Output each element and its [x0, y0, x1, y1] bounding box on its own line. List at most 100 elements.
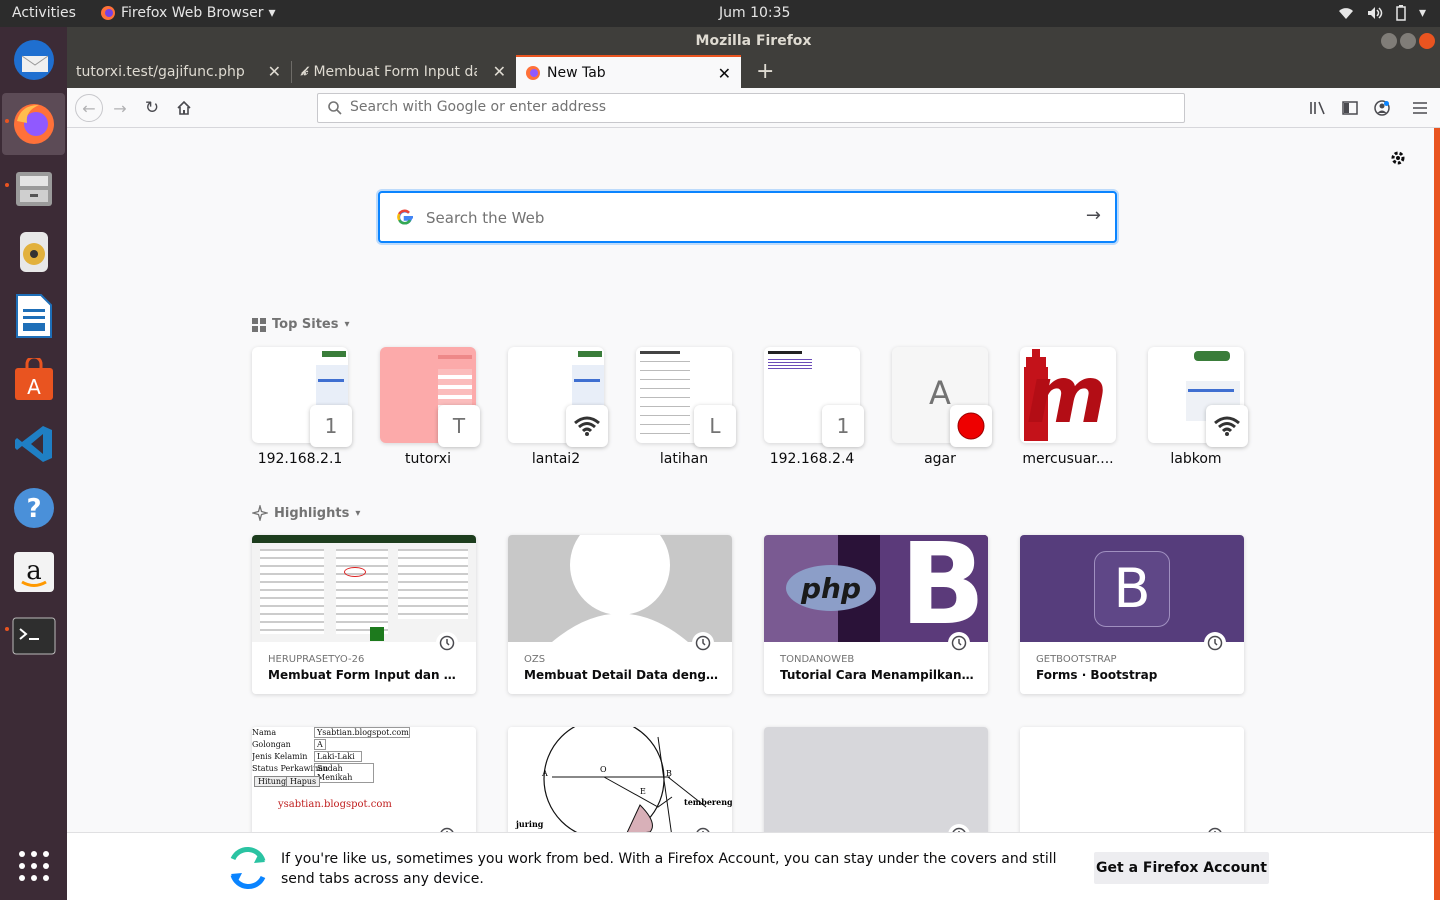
get-firefox-account-button[interactable]: Get a Firefox Account	[1094, 852, 1269, 884]
highlight-card[interactable]: php B TONDANOWEB Tutorial Cara Menampilk…	[764, 535, 988, 694]
site-badge	[566, 405, 608, 447]
arrow-right-icon[interactable]: →	[1086, 205, 1101, 226]
reload-button[interactable]: ↻	[140, 96, 164, 120]
avatar-placeholder-icon	[552, 535, 688, 642]
clock-icon	[692, 632, 714, 654]
web-search-input[interactable]	[426, 209, 1066, 227]
tab-new-tab[interactable]: New Tab ✕	[516, 55, 741, 88]
site-favicon-icon: 𝓀	[301, 64, 308, 78]
top-site-tile[interactable]: 1 192.168.2.1	[252, 347, 352, 472]
sync-icon	[230, 847, 266, 889]
grid-icon	[252, 317, 266, 332]
system-tray[interactable]: ▾	[1338, 5, 1426, 21]
card-title: Membuat Detail Data dengan Mo...	[524, 668, 719, 682]
site-label: mercusuar....	[1022, 451, 1114, 467]
terminal-launcher[interactable]	[2, 605, 65, 667]
site-badge: 1	[822, 405, 864, 447]
highlight-card[interactable]: HERUPRASETYO-26 Membuat Form Input dan O…	[252, 535, 476, 694]
address-bar[interactable]	[317, 93, 1185, 123]
highlight-card[interactable]: B GETBOOTSTRAP Forms · Bootstrap	[1020, 535, 1244, 694]
minimize-button[interactable]	[1381, 33, 1397, 49]
diagram-label: A	[542, 769, 548, 778]
maximize-button[interactable]	[1400, 33, 1416, 49]
close-window-button[interactable]	[1419, 33, 1435, 49]
close-tab-icon[interactable]: ✕	[493, 62, 506, 81]
tab-label: tutorxi.test/gajifunc.php	[76, 63, 245, 80]
firefox-icon	[101, 6, 115, 20]
site-thumbnail: m	[1020, 347, 1116, 443]
scrollbar[interactable]	[1434, 128, 1440, 900]
google-logo-icon	[397, 209, 413, 225]
new-tab-button[interactable]: +	[747, 55, 777, 88]
form-field-value: Ysabtian.blogspot.com	[314, 727, 410, 738]
show-applications-button[interactable]	[2, 835, 65, 897]
app-menu[interactable]: Firefox Web Browser ▾	[100, 5, 276, 21]
diagram-label: O	[600, 765, 607, 774]
site-label: 192.168.2.1	[257, 451, 343, 467]
tab-membuat-form[interactable]: 𝓀 Membuat Form Input da ✕	[292, 55, 516, 88]
top-site-tile[interactable]: lantai2	[508, 347, 608, 472]
gear-icon[interactable]	[1389, 149, 1407, 167]
chevron-down-icon: ▾	[344, 319, 350, 330]
top-site-tile[interactable]: m mercusuar....	[1020, 347, 1116, 472]
tab-label: New Tab	[547, 64, 606, 81]
red-dot-icon	[957, 412, 985, 440]
vscode-launcher[interactable]	[2, 413, 65, 475]
card-thumbnail	[1020, 727, 1244, 834]
form-field-value: A	[314, 739, 326, 750]
php-logo: php	[786, 565, 876, 611]
web-search-box[interactable]: →	[378, 191, 1117, 243]
app-grid-icon	[18, 851, 49, 881]
sidebar-button[interactable]	[1338, 96, 1362, 120]
library-button[interactable]	[1306, 96, 1330, 120]
help-launcher[interactable]: ?	[2, 477, 65, 539]
back-button[interactable]: ←	[75, 94, 103, 122]
home-icon	[177, 100, 191, 115]
hamburger-menu-icon	[1413, 102, 1427, 114]
top-site-tile[interactable]: labkom	[1148, 347, 1248, 472]
card-title: Tutorial Cara Menampilkan Data...	[780, 668, 975, 682]
svg-text:?: ?	[26, 494, 41, 524]
close-tab-icon[interactable]: ✕	[268, 62, 281, 81]
top-site-tile[interactable]: T tutorxi	[380, 347, 480, 472]
site-label: 192.168.2.4	[769, 451, 855, 467]
top-site-tile[interactable]: 1 192.168.2.4	[764, 347, 864, 472]
file-cabinet-icon	[15, 172, 52, 206]
card-thumbnail: A O B E juring tembereng	[508, 727, 732, 834]
bootstrap-logo-letter: B	[1113, 557, 1151, 620]
window-title-bar[interactable]: Mozilla Firefox	[67, 27, 1440, 55]
bootstrap-letter: B	[900, 535, 986, 642]
clock[interactable]: Jum 10:35	[719, 5, 790, 21]
firefox-launcher[interactable]	[2, 93, 65, 155]
rhythmbox-launcher[interactable]	[2, 221, 65, 283]
activities-button[interactable]: Activities	[12, 5, 76, 21]
top-site-tile[interactable]: A agar	[892, 347, 992, 472]
files-launcher[interactable]	[2, 157, 65, 219]
card-title: Forms · Bootstrap	[1036, 668, 1158, 682]
amazon-launcher[interactable]: a	[2, 541, 65, 603]
url-input[interactable]	[350, 99, 1170, 115]
highlights-heading[interactable]: Highlights ▾	[252, 505, 360, 521]
top-site-tile[interactable]: L latihan	[636, 347, 736, 472]
home-button[interactable]	[172, 96, 196, 120]
diagram-label: tembereng	[684, 797, 732, 807]
card-thumbnail: php B	[764, 535, 988, 642]
menu-button[interactable]	[1408, 96, 1432, 120]
form-footer-text: ysabtian.blogspot.com	[278, 799, 392, 810]
highlight-card[interactable]: OZS Membuat Detail Data dengan Mo...	[508, 535, 732, 694]
account-button[interactable]	[1370, 96, 1394, 120]
thunderbird-icon	[13, 40, 54, 80]
library-icon	[1310, 101, 1325, 115]
thunderbird-launcher[interactable]	[2, 29, 65, 91]
form-field-value: Sudah Menikah	[314, 763, 374, 783]
forward-button[interactable]: →	[108, 96, 132, 120]
wifi-icon	[574, 416, 600, 436]
software-launcher[interactable]: A	[2, 349, 65, 411]
tab-label: Membuat Form Input da	[313, 63, 478, 80]
card-source: HERUPRASETYO-26	[268, 654, 365, 665]
site-label: labkom	[1170, 451, 1222, 467]
top-sites-heading[interactable]: Top Sites ▾	[252, 317, 350, 332]
close-tab-icon[interactable]: ✕	[718, 64, 731, 83]
writer-launcher[interactable]	[2, 285, 65, 347]
tab-gajifunc[interactable]: tutorxi.test/gajifunc.php ✕	[67, 55, 291, 88]
